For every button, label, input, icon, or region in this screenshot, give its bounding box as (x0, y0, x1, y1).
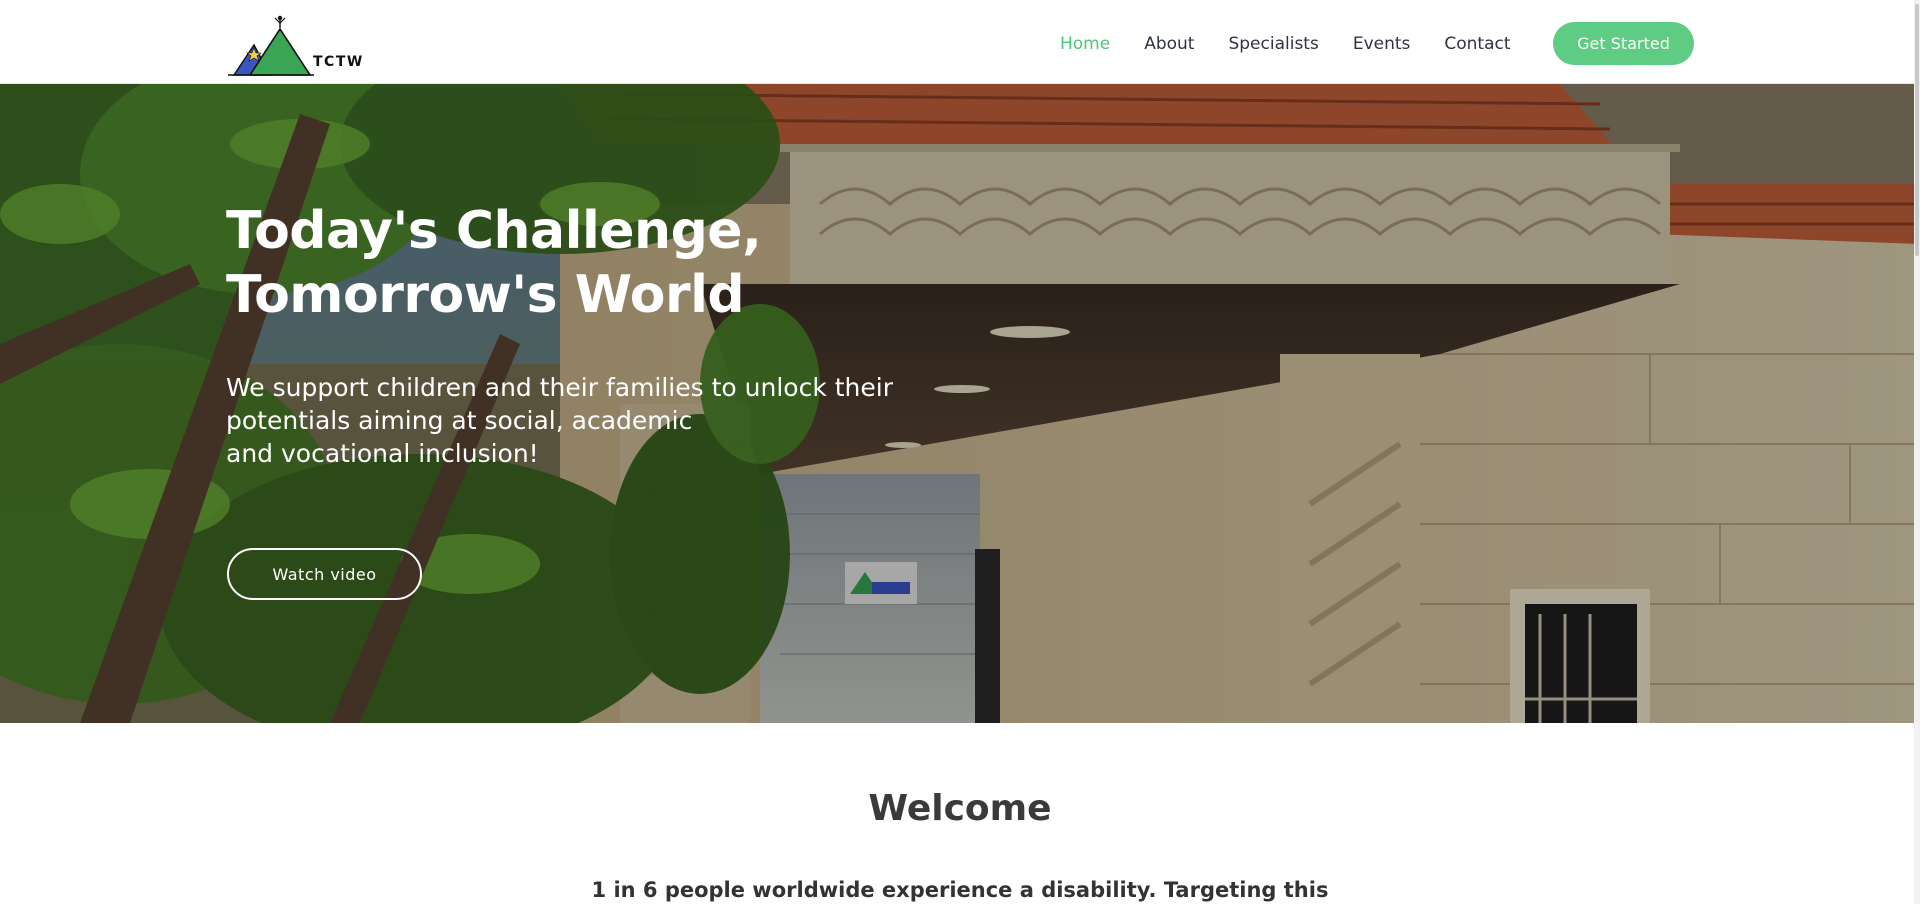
hero-title: Today's Challenge, Tomorrow's World (226, 199, 1126, 327)
logo-mountains-icon (228, 15, 314, 76)
logo-text: TCTW (313, 54, 364, 70)
hero-subtitle-line: We support children and their families t… (226, 373, 894, 402)
scrollbar-thumb[interactable] (1915, 4, 1919, 256)
nav-specialists[interactable]: Specialists (1228, 34, 1318, 54)
get-started-button[interactable]: Get Started (1553, 22, 1694, 65)
site-header: TCTW Home About Specialists Events Conta… (0, 0, 1920, 84)
hero-title-line: Today's Challenge, (226, 201, 762, 261)
watch-video-button[interactable]: Watch video (227, 548, 422, 600)
main-nav: Home About Specialists Events Contact (1060, 22, 1545, 66)
hero-subtitle: We support children and their families t… (226, 371, 946, 470)
nav-contact[interactable]: Contact (1444, 34, 1510, 54)
nav-about[interactable]: About (1144, 34, 1194, 54)
nav-events[interactable]: Events (1353, 34, 1411, 54)
hero-subtitle-line: and vocational inclusion! (226, 439, 539, 468)
hero-subtitle-line: potentials aiming at social, academic (226, 406, 693, 435)
hero-section: Today's Challenge, Tomorrow's World We s… (0, 84, 1920, 723)
nav-home[interactable]: Home (1060, 34, 1110, 54)
welcome-title: Welcome (868, 788, 1052, 829)
welcome-text: 1 in 6 people worldwide experience a dis… (591, 878, 1329, 902)
hero-title-line: Tomorrow's World (226, 265, 745, 325)
site-logo[interactable]: TCTW (226, 8, 366, 78)
